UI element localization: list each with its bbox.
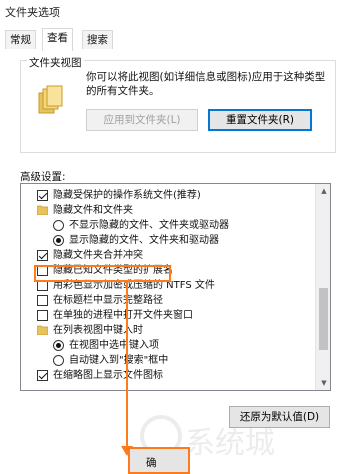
- tab-general[interactable]: 常规: [5, 30, 36, 50]
- checkbox[interactable]: [37, 250, 48, 261]
- folder-icon: [37, 85, 67, 115]
- window-title: 文件夹选项: [5, 6, 60, 19]
- tree-item[interactable]: 在视图中选中键入项: [21, 338, 314, 353]
- advanced-settings-tree[interactable]: 隐藏受保护的操作系统文件(推荐) 隐藏文件和文件夹不显示隐藏的文件、文件夹或驱动器…: [20, 183, 331, 391]
- annotation-arrow-line: [126, 282, 128, 452]
- tree-item[interactable]: 自动键入到"搜索"框中: [21, 353, 314, 368]
- advanced-settings-label: 高级设置:: [20, 171, 66, 183]
- tree-item-label: 隐藏受保护的操作系统文件(推荐): [53, 190, 201, 201]
- tree-item-label: 隐藏文件夹合并冲突: [53, 250, 143, 261]
- radio-button[interactable]: [53, 355, 64, 366]
- apply-to-folders-button[interactable]: 应用到文件夹(L): [86, 109, 198, 131]
- ok-button[interactable]: [128, 447, 190, 474]
- checkbox[interactable]: [37, 190, 48, 201]
- tree-item[interactable]: 不显示隐藏的文件、文件夹或驱动器: [21, 218, 314, 233]
- tree-item-label: 在缩略图上显示文件图标: [53, 370, 163, 381]
- tab-strip: 常规 查看 搜索: [0, 28, 345, 51]
- tree-item-label: 隐藏文件和文件夹: [53, 205, 133, 216]
- tree-item-label: 不显示隐藏的文件、文件夹或驱动器: [69, 220, 229, 231]
- tree-item-label: 显示隐藏的文件、文件夹和驱动器: [69, 235, 219, 246]
- folder-icon: [37, 205, 48, 215]
- tree-item[interactable]: 隐藏受保护的操作系统文件(推荐): [21, 188, 314, 203]
- folder-view-description: 你可以将此视图(如详细信息或图标)应用于这种类型的所有文件夹。: [86, 71, 326, 97]
- radio-button[interactable]: [53, 340, 64, 351]
- tree-item-label: 在视图中选中键入项: [69, 340, 159, 351]
- folder-view-legend: 文件夹视图: [27, 55, 84, 70]
- tree-item[interactable]: 在单独的进程中打开文件夹窗口: [21, 308, 314, 323]
- checkbox[interactable]: [37, 295, 48, 306]
- tree-item[interactable]: 显示隐藏的文件、文件夹和驱动器: [21, 233, 314, 248]
- scroll-thumb[interactable]: [319, 288, 328, 350]
- scroll-up-arrow-icon[interactable]: ▲: [316, 184, 330, 198]
- scroll-down-arrow-icon[interactable]: ▼: [316, 376, 330, 390]
- tab-search[interactable]: 搜索: [82, 30, 113, 50]
- tree-item[interactable]: 在缩略图上显示文件图标: [21, 368, 314, 383]
- title-bar: 文件夹选项: [0, 0, 345, 24]
- tree-item[interactable]: 隐藏文件夹合并冲突: [21, 248, 314, 263]
- checkbox[interactable]: [37, 310, 48, 321]
- folder-icon: [37, 325, 48, 335]
- tree-scrollbar[interactable]: ▲ ▼: [315, 184, 330, 390]
- reset-folders-button[interactable]: 重置文件夹(R): [208, 109, 312, 131]
- tree-item-label: 在列表视图中键入时: [53, 325, 143, 336]
- checkbox[interactable]: [37, 370, 48, 381]
- tab-view[interactable]: 查看: [42, 28, 73, 51]
- annotation-highlight-box: [34, 265, 171, 282]
- radio-button[interactable]: [53, 235, 64, 246]
- tree-item: 在列表视图中键入时: [21, 323, 314, 338]
- tree-item-label: 在单独的进程中打开文件夹窗口: [53, 310, 193, 321]
- tree-item-label: 自动键入到"搜索"框中: [69, 355, 169, 366]
- tree-item[interactable]: 在标题栏中显示完整路径: [21, 293, 314, 308]
- radio-button[interactable]: [53, 220, 64, 231]
- tree-item-label: 在标题栏中显示完整路径: [53, 295, 163, 306]
- tree-item: 隐藏文件和文件夹: [21, 203, 314, 218]
- ok-button-label: 确: [146, 457, 157, 469]
- watermark-text: 系统城: [185, 426, 275, 461]
